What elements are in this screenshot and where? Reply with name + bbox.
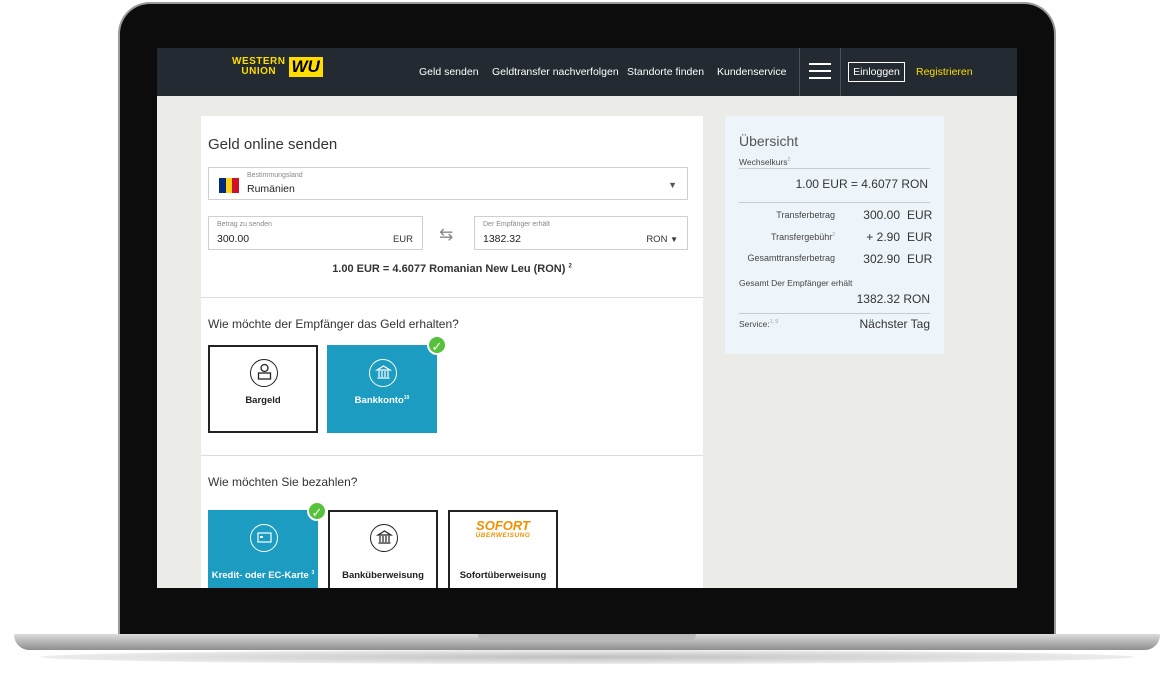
chevron-down-icon: ▼ <box>670 235 678 244</box>
exchange-rate-line: 1.00 EUR = 4.6077 Romanian New Leu (RON)… <box>201 263 703 275</box>
option-bank-transfer[interactable]: Banküberweisung <box>328 510 438 588</box>
section-divider <box>201 297 703 298</box>
send-amount-value: 300.00 <box>217 233 250 245</box>
send-amount-field[interactable]: Betrag zu senden 300.00 EUR <box>208 216 423 250</box>
login-button[interactable]: Einloggen <box>848 62 905 82</box>
footnote-marker: 10 <box>403 395 410 401</box>
sofort-logo: SOFORT ÜBERWEISUNG <box>450 518 556 539</box>
footnote-marker: 1, 9 <box>769 319 779 326</box>
option-card-payment[interactable]: Kredit- oder EC-Karte 3 <box>208 510 318 588</box>
transfer-amount-label: Transferbetrag <box>776 210 835 220</box>
exchange-rate-text: 1.00 EUR = 4.6077 Romanian New Leu (RON) <box>332 263 566 275</box>
section-divider <box>201 455 703 456</box>
nav-link-customer-service[interactable]: Kundenservice <box>717 66 786 78</box>
sofort-logo-bottom: ÜBERWEISUNG <box>475 532 531 539</box>
overview-title: Übersicht <box>739 133 799 149</box>
transfer-fee-value: + 2.90 <box>866 230 900 244</box>
option-bank-account-label: Bankkonto10 <box>329 395 435 406</box>
sofort-logo-top: SOFORT <box>476 518 530 533</box>
cash-pickup-icon <box>250 359 278 387</box>
bank-icon <box>369 359 397 387</box>
chevron-down-icon: ▼ <box>668 180 677 190</box>
laptop-shadow <box>40 650 1134 664</box>
credit-card-icon <box>250 524 278 552</box>
transfer-fee-currency: EUR <box>907 230 933 244</box>
destination-country-select[interactable]: Bestimmungsland Rumänien ▼ <box>208 167 688 200</box>
nav-link-find-locations[interactable]: Standorte finden <box>627 66 704 78</box>
receive-amount-value: 1382.32 <box>483 233 521 245</box>
receiver-total-value: 1382.32 RON <box>856 292 930 306</box>
transfer-fee-label: Transfergebühr2 <box>725 232 835 242</box>
option-cash-label: Bargeld <box>245 395 281 406</box>
exchange-rate-label: Wechselkurs2 <box>739 157 790 167</box>
logo-mark: WU <box>288 57 323 77</box>
footnote-marker: 2 <box>787 157 791 164</box>
exchange-rate-value: 1.00 EUR = 4.6077 RON <box>795 177 928 191</box>
western-union-logo[interactable]: WESTERN UNION WU <box>232 57 323 77</box>
nav-link-send-money[interactable]: Geld senden <box>419 66 479 78</box>
receiver-total-label: Gesamt Der Empfänger erhält <box>739 278 853 288</box>
laptop-notch <box>478 634 696 642</box>
send-money-card: Geld online senden Bestimmungsland Rumän… <box>201 116 703 588</box>
overview-panel: Übersicht Wechselkurs2 1.00 EUR = 4.6077… <box>725 116 944 354</box>
footnote-marker: 2 <box>832 232 835 238</box>
service-label-text: Service: <box>739 319 770 329</box>
page-title: Geld online senden <box>208 136 338 153</box>
nav-link-track-transfer[interactable]: Geldtransfer nachverfolgen <box>492 66 619 78</box>
payment-method-question: Wie möchten Sie bezahlen? <box>208 475 358 489</box>
transfer-amount-value: 300.00 <box>863 208 900 222</box>
destination-label: Bestimmungsland <box>247 172 303 179</box>
receive-currency-select[interactable]: RON ▼ <box>646 234 678 245</box>
service-label: Service:1, 9 <box>739 319 778 329</box>
option-bank-transfer-label: Banküberweisung <box>342 570 424 581</box>
footnote-marker: 3 <box>311 570 315 576</box>
total-transfer-label: Gesamttransferbetrag <box>747 253 835 263</box>
selected-check-icon: ✓ <box>307 501 327 521</box>
top-navigation: WESTERN UNION WU Geld senden Geldtransfe… <box>157 48 1017 96</box>
service-value: Nächster Tag <box>859 317 930 331</box>
overview-divider <box>739 313 930 314</box>
browser-screen: WESTERN UNION WU Geld senden Geldtransfe… <box>157 48 1017 588</box>
destination-value: Rumänien <box>247 183 295 195</box>
receive-amount-field[interactable]: Der Empfänger erhält 1382.32 RON ▼ <box>474 216 688 250</box>
send-amount-label: Betrag zu senden <box>217 221 272 228</box>
total-transfer-currency: EUR <box>907 252 933 266</box>
swap-arrows-icon[interactable]: ⇆ <box>439 225 453 245</box>
nav-divider <box>799 48 800 96</box>
receive-amount-label: Der Empfänger erhält <box>483 221 550 228</box>
bank-icon <box>370 524 398 552</box>
receive-method-question: Wie möchte der Empfänger das Geld erhalt… <box>208 317 459 331</box>
option-cash[interactable]: Bargeld <box>208 345 318 433</box>
send-currency: EUR <box>392 234 413 245</box>
nav-divider <box>840 48 841 96</box>
hamburger-menu-icon[interactable] <box>809 63 831 80</box>
exchange-rate-label-text: Wechselkurs <box>739 157 788 167</box>
receive-currency: RON <box>646 234 668 245</box>
option-bank-account[interactable]: Bankkonto10 <box>327 345 437 433</box>
option-card-payment-label: Kredit- oder EC-Karte 3 <box>210 570 316 581</box>
footnote-marker: 2 <box>568 263 572 270</box>
option-card-payment-text: Kredit- oder EC-Karte <box>211 570 309 582</box>
total-transfer-value: 302.90 <box>863 252 900 266</box>
option-sofort-label: Sofortüberweisung <box>459 570 547 581</box>
overview-divider <box>739 202 930 203</box>
selected-check-icon: ✓ <box>427 335 447 355</box>
logo-line2: UNION <box>241 66 277 77</box>
register-link[interactable]: Registrieren <box>916 66 973 78</box>
transfer-fee-label-text: Transfergebühr <box>771 232 833 242</box>
option-sofort[interactable]: SOFORT ÜBERWEISUNG Sofortüberweisung <box>448 510 558 588</box>
transfer-amount-currency: EUR <box>907 208 933 222</box>
romania-flag-icon <box>219 178 240 193</box>
overview-divider <box>739 168 930 169</box>
option-bank-account-text: Bankkonto <box>354 395 404 407</box>
